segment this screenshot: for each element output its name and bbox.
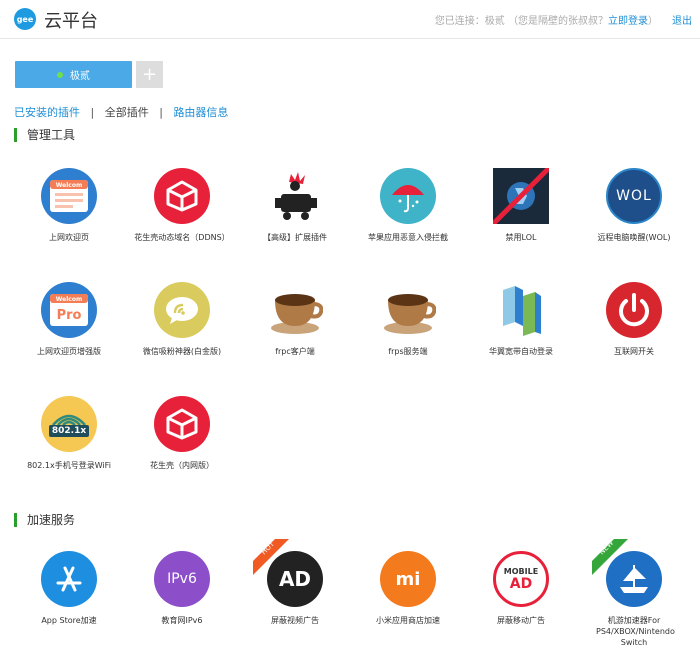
nav-separator: | [159, 106, 163, 119]
connection-status: 您已连接：极贰 （您是隔壁的张叔叔？立即登录） 退出 [435, 12, 692, 27]
plugin-label: 802.1x手机号登录WiFi [27, 461, 111, 470]
wifi-8021x-icon: 802.1x [41, 396, 97, 452]
router-tab-jier[interactable]: 极贰 [15, 61, 132, 88]
ipv6-icon: IPv6 [154, 551, 210, 607]
plugin-welcome-pro[interactable]: Welcom Pro 上网欢迎页增强版 [13, 282, 125, 357]
disable-lol-icon [491, 166, 551, 226]
ad-text: AD [509, 575, 533, 592]
plugin-game-accelerator[interactable]: NEW 机游加速器For PS4/XBOX/Nintendo Switch [578, 539, 690, 648]
apple-umbrella-icon [380, 168, 436, 224]
plugin-mi-store-accel[interactable]: mi 小米应用商店加速 [352, 551, 464, 626]
plugin-label: 禁用LOL [505, 233, 537, 242]
plugin-peanut-intranet[interactable]: 花生壳（内网版） [126, 396, 238, 471]
mobile-text: MOBILE [503, 566, 539, 576]
plugin-label: 远程电脑唤醒(WOL) [597, 233, 671, 242]
mi-store-icon: mi [380, 551, 436, 607]
plugin-wol[interactable]: WOL 远程电脑唤醒(WOL) [578, 168, 690, 243]
plugin-label: 微信吸粉神器(白金版) [142, 347, 222, 356]
plugin-label: 互联网开关 [614, 347, 654, 356]
tab-all-plugins[interactable]: 全部插件 [105, 104, 149, 120]
login-link[interactable]: 立即登录 [608, 16, 648, 27]
router-name: 极贰 [70, 71, 90, 82]
advanced-extension-icon [267, 168, 323, 224]
plugin-label: 教育网IPv6 [161, 616, 203, 625]
plugin-label: 苹果应用恶意入侵拦截 [368, 233, 448, 242]
plugin-app-store-accel[interactable]: App Store加速 [13, 551, 125, 626]
ipv6-text: IPv6 [167, 571, 197, 587]
plugin-label: 屏蔽移动广告 [497, 616, 545, 625]
game-accelerator-icon: NEW [592, 539, 662, 607]
logout-link[interactable]: 退出 [672, 16, 692, 27]
hot-ribbon-icon: HOT [253, 539, 289, 575]
plugin-disable-lol[interactable]: 禁用LOL [465, 166, 577, 243]
plugin-frps-server[interactable]: frps服务端 [352, 282, 464, 357]
nav-separator: | [90, 106, 95, 119]
power-switch-icon [606, 282, 662, 338]
pro-text: Pro [57, 308, 82, 323]
broadband-login-icon [493, 282, 549, 338]
online-status-dot [57, 71, 63, 78]
plugin-label: 花生壳动态域名（DDNS） [134, 233, 230, 242]
plugin-8021x-wifi[interactable]: 802.1x 802.1x手机号登录WiFi [13, 396, 125, 471]
connection-text: 您已连接：极贰 （您是隔壁的张叔叔？ [434, 16, 608, 27]
add-router-button[interactable]: + [136, 61, 163, 88]
peanut-shell-icon [154, 168, 210, 224]
plugin-label: 上网欢迎页增强版 [37, 347, 101, 356]
app-store-icon [41, 551, 97, 607]
peanut-shell-icon [154, 396, 210, 452]
plugin-label: 小米应用商店加速 [376, 616, 440, 625]
plugin-broadband-login[interactable]: 华翼宽带自动登录 [465, 282, 577, 357]
welcome-text: Welcom [56, 182, 82, 189]
plugin-edu-ipv6[interactable]: IPv6 教育网IPv6 [126, 551, 238, 626]
plugin-label: 【高级】扩展插件 [263, 233, 327, 242]
plugin-label: frps服务端 [388, 347, 428, 356]
welcome-pro-icon: Welcom Pro [41, 282, 97, 338]
new-ribbon-icon: NEW [592, 539, 628, 575]
dot1x-text: 802.1x [48, 425, 90, 437]
logo-text: gee [16, 14, 34, 24]
plugin-label: 屏蔽视频广告 [271, 616, 319, 625]
plugin-subnav: 已安装的插件 | 全部插件 | 路由器信息 [14, 104, 228, 120]
plugin-wechat-fans[interactable]: 微信吸粉神器(白金版) [126, 282, 238, 357]
welcome-page-icon: Welcom [41, 168, 97, 224]
coffee-cup-icon [380, 282, 437, 338]
plugin-advanced-extension[interactable]: 【高级】扩展插件 [239, 168, 351, 243]
top-bar: gee 云平台 您已连接：极贰 （您是隔壁的张叔叔？立即登录） 退出 [0, 0, 700, 39]
tab-installed-plugins[interactable]: 已安装的插件 [14, 104, 80, 120]
plugin-label: App Store加速 [41, 616, 97, 625]
plugin-label: 机游加速器For PS4/XBOX/Nintendo Switch [596, 616, 675, 647]
plugin-frpc-client[interactable]: frpc客户端 [239, 282, 351, 357]
brand-title: 云平台 [44, 11, 98, 32]
plugin-label: 花生壳（内网版） [150, 461, 214, 470]
wechat-fans-icon [154, 282, 210, 338]
section-title-management: 管理工具 [14, 128, 75, 142]
block-mobile-ad-icon: MOBILE AD [493, 551, 549, 607]
plugin-label: 华翼宽带自动登录 [489, 347, 553, 356]
tab-router-info[interactable]: 路由器信息 [173, 104, 228, 120]
wol-text: WOL [616, 188, 652, 204]
plugin-block-mobile-ad[interactable]: MOBILE AD 屏蔽移动广告 [465, 551, 577, 626]
plugin-peanut-ddns[interactable]: 花生壳动态域名（DDNS） [126, 168, 238, 243]
coffee-cup-icon [267, 282, 324, 338]
section-title-acceleration: 加速服务 [14, 513, 75, 527]
plugin-label: 上网欢迎页 [49, 233, 89, 242]
mi-text: mi [395, 568, 421, 590]
plugin-apple-protection[interactable]: 苹果应用恶意入侵拦截 [352, 168, 464, 243]
plugin-internet-switch[interactable]: 互联网开关 [578, 282, 690, 357]
plugin-welcome-page[interactable]: Welcom 上网欢迎页 [13, 168, 125, 243]
plugin-block-video-ad[interactable]: AD HOT 屏蔽视频广告 [239, 539, 351, 626]
plugin-label: frpc客户端 [275, 347, 315, 356]
welcome-text: Welcom [56, 296, 82, 303]
block-video-ad-icon: AD HOT [253, 539, 323, 607]
gee-logo[interactable]: gee [14, 8, 36, 30]
connection-suffix: ） [648, 16, 658, 27]
wol-icon: WOL [606, 168, 662, 224]
